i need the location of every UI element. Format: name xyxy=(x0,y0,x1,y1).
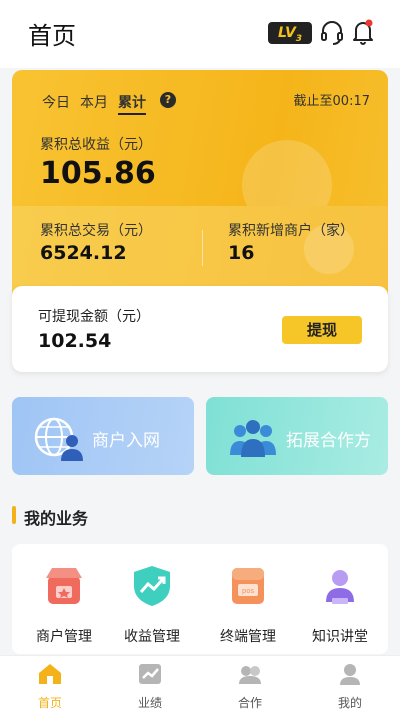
tab-month[interactable]: 本月 xyxy=(80,92,108,112)
profile-icon xyxy=(340,664,360,685)
tab-cooperation[interactable]: 合作 xyxy=(220,662,280,711)
svg-text:pos: pos xyxy=(242,587,255,595)
business-item-terminal[interactable]: pos 终端管理 xyxy=(208,564,288,646)
level-badge[interactable]: LV3 xyxy=(268,22,312,44)
page-title: 首页 xyxy=(28,22,76,50)
total-income-label: 累积总收益（元） xyxy=(40,137,152,153)
new-merchants-label: 累积新增商户（家） xyxy=(228,223,354,239)
business-item-label: 商户管理 xyxy=(36,629,92,645)
stats-divider xyxy=(202,230,203,266)
total-trade-label: 累积总交易（元） xyxy=(40,223,152,239)
total-income-value: 105.86 xyxy=(40,156,156,191)
lecture-icon xyxy=(326,570,354,604)
income-shield-icon xyxy=(134,566,170,606)
business-item-merchant[interactable]: 商户管理 xyxy=(24,564,104,646)
cooperation-icon xyxy=(239,666,261,684)
new-merchants-value: 16 xyxy=(228,242,255,264)
merchant-onboarding-label: 商户入网 xyxy=(92,431,160,451)
headset-icon[interactable] xyxy=(320,20,344,46)
tab-mine[interactable]: 我的 xyxy=(320,662,380,711)
merchant-onboarding-banner[interactable]: 商户入网 xyxy=(12,397,194,475)
tab-home-label: 首页 xyxy=(37,696,62,710)
team-icon xyxy=(230,420,276,457)
withdrawable-label: 可提现金额（元） xyxy=(38,309,150,325)
total-trade-value: 6524.12 xyxy=(40,242,127,264)
business-item-label: 知识讲堂 xyxy=(312,629,368,645)
tab-cumulative[interactable]: 累计 xyxy=(118,92,146,115)
section-accent-bar xyxy=(12,506,16,524)
tab-mine-label: 我的 xyxy=(337,696,362,710)
expand-partners-banner[interactable]: 拓展合作方 xyxy=(206,397,388,475)
withdrawable-value: 102.54 xyxy=(38,330,112,352)
home-icon xyxy=(39,664,61,684)
top-header: 首页 LV3 xyxy=(0,0,400,68)
withdraw-button[interactable]: 提现 xyxy=(282,316,362,344)
bottom-tab-bar: 首页 业绩 合作 我的 xyxy=(0,655,400,711)
cutoff-time: 截止至00:17 xyxy=(293,94,370,109)
tab-performance[interactable]: 业绩 xyxy=(120,662,180,711)
globe-user-icon xyxy=(34,417,83,461)
my-business-title: 我的业务 xyxy=(24,509,89,528)
performance-chart-icon xyxy=(139,664,161,684)
business-item-label: 终端管理 xyxy=(220,629,276,645)
merchant-shop-icon xyxy=(46,568,82,604)
business-panel: 商户管理 收益管理 pos 终端管理 知识讲堂 xyxy=(12,544,388,654)
business-item-income[interactable]: 收益管理 xyxy=(112,564,192,646)
tab-cooperation-label: 合作 xyxy=(237,696,262,710)
bell-icon[interactable] xyxy=(352,18,374,46)
tab-performance-label: 业绩 xyxy=(137,696,162,710)
pos-terminal-icon: pos xyxy=(232,568,264,604)
level-badge-text: LV xyxy=(277,25,296,41)
tab-home[interactable]: 首页 xyxy=(20,662,80,711)
earnings-card-top: 今日 本月 累计 ? 截止至00:17 累积总收益（元） 105.86 xyxy=(12,70,388,230)
tab-today[interactable]: 今日 xyxy=(42,92,70,112)
question-icon[interactable]: ? xyxy=(160,92,176,108)
business-item-label: 收益管理 xyxy=(124,629,180,645)
withdraw-panel: 可提现金额（元） 102.54 提现 xyxy=(12,286,388,372)
level-number: 3 xyxy=(295,33,303,44)
business-item-lecture[interactable]: 知识讲堂 xyxy=(300,564,380,646)
expand-partners-label: 拓展合作方 xyxy=(286,431,371,451)
